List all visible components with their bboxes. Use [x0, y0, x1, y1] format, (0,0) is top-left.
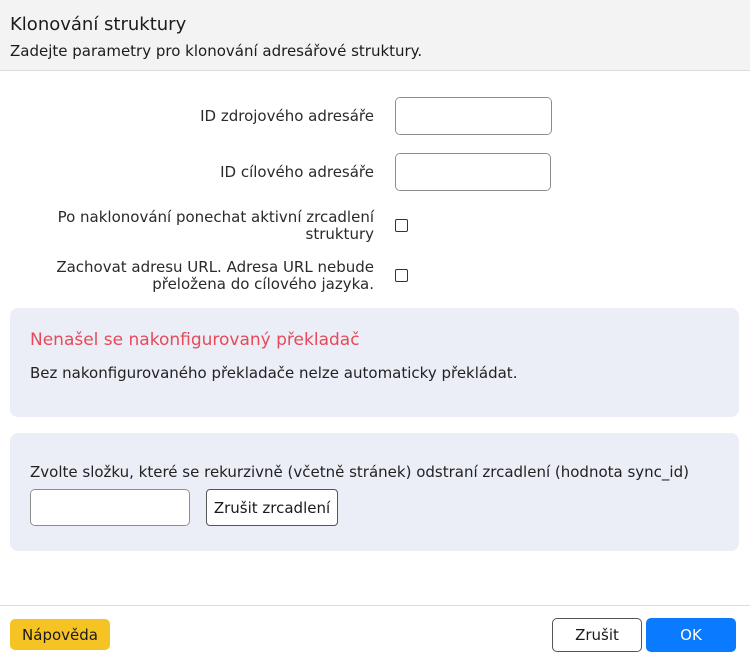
target-dir-input[interactable] [396, 154, 550, 190]
ok-button[interactable]: OK [646, 618, 736, 652]
keep-url-label: Zachovat adresu URL. Adresa URL nebude p… [56, 259, 374, 293]
keep-mirroring-checkbox[interactable] [395, 219, 408, 232]
cancel-button[interactable]: Zrušit [552, 618, 642, 652]
target-dir-picker [395, 153, 551, 191]
keep-mirroring-label-line1: Po naklonování ponechat aktivní zrcadlen… [57, 208, 374, 226]
keep-url-label-line1: Zachovat adresu URL. Adresa URL nebude [56, 258, 374, 276]
keep-mirroring-label: Po naklonování ponechat aktivní zrcadlen… [58, 209, 374, 243]
translator-warning-panel: Nenašel se nakonfigurovaný překladač Bez… [10, 308, 739, 417]
keep-url-checkbox[interactable] [395, 269, 408, 282]
dialog-footer: Nápověda Zrušit OK [0, 605, 750, 660]
dialog-title: Klonování struktury [10, 14, 187, 35]
help-button[interactable]: Nápověda [10, 619, 110, 650]
keep-mirroring-label-line2: struktury [305, 225, 375, 243]
dialog-subtitle: Zadejte parametry pro klonování adresářo… [10, 42, 423, 60]
dialog-header: Klonování struktury Zadejte parametry pr… [0, 0, 750, 71]
source-dir-picker [395, 97, 552, 135]
sync-removal-text: Zvolte složku, které se rekurzivně (včet… [30, 463, 689, 481]
remove-mirroring-button[interactable]: Zrušit zrcadlení [206, 489, 338, 526]
sync-removal-panel: Zvolte složku, které se rekurzivně (včet… [10, 433, 739, 551]
sync-folder-input[interactable] [31, 490, 189, 525]
warning-title: Nenašel se nakonfigurovaný překladač [30, 330, 360, 350]
target-dir-label: ID cílového adresáře [220, 163, 374, 181]
source-dir-label: ID zdrojového adresáře [200, 107, 374, 125]
warning-text: Bez nakonfigurovaného překladače nelze a… [30, 364, 518, 382]
sync-folder-picker [30, 489, 190, 526]
keep-url-label-line2: přeložena do cílového jazyka. [152, 275, 374, 293]
source-dir-input[interactable] [396, 98, 551, 134]
